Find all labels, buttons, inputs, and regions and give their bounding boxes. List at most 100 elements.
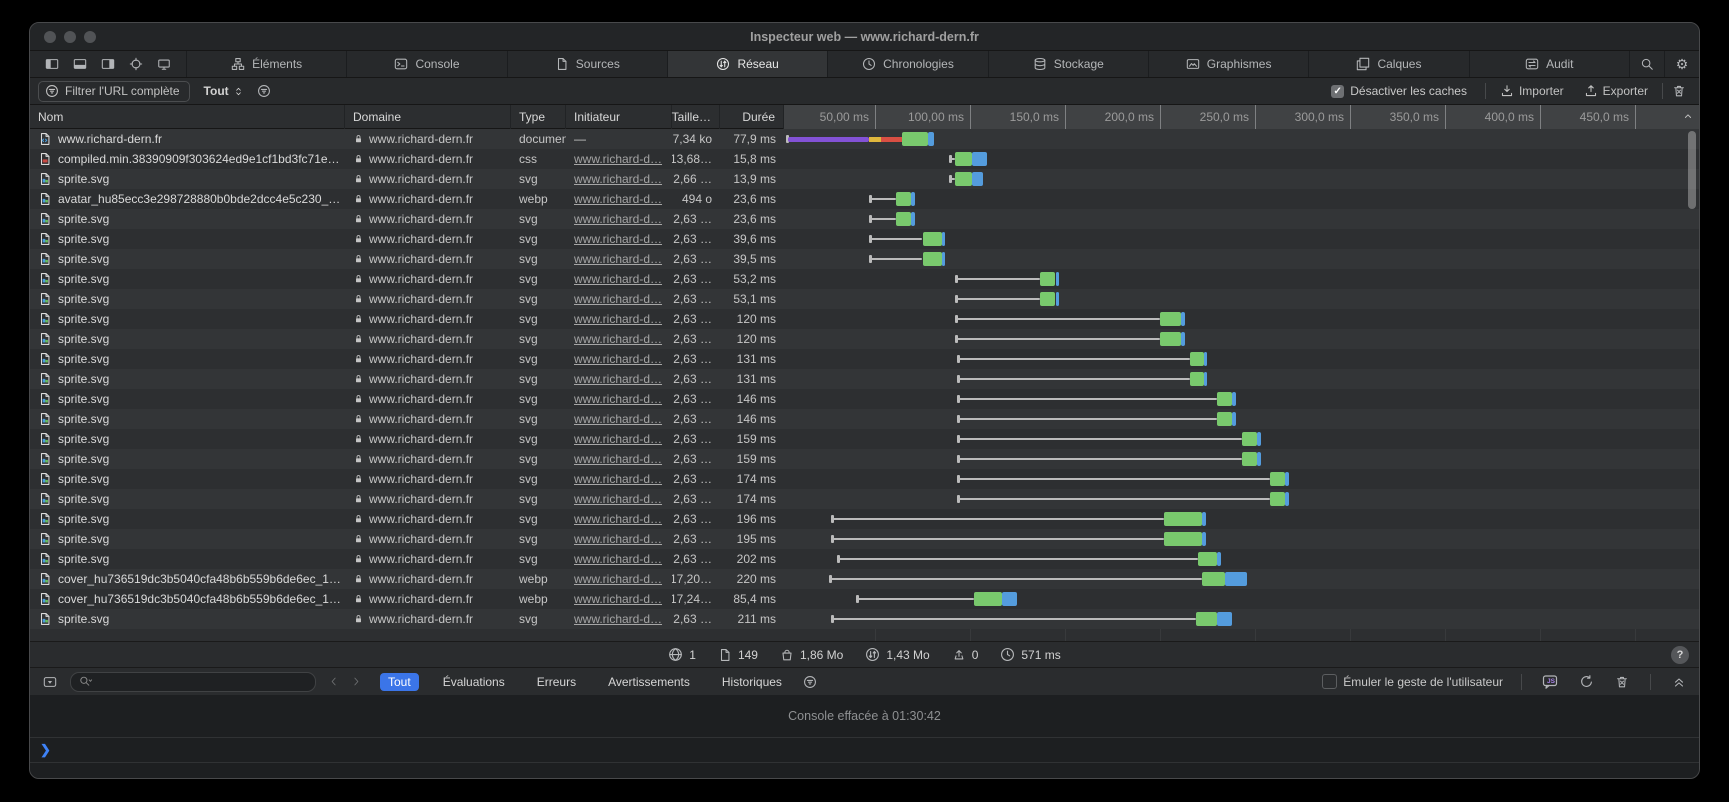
zoom-window-button[interactable] [84, 31, 96, 43]
table-row[interactable]: sprite.svg www.richard-dern.fr svg www.r… [30, 329, 1699, 349]
initiator-link[interactable]: www.richard-d… [574, 452, 662, 466]
table-row[interactable]: sprite.svg www.richard-dern.fr svg www.r… [30, 289, 1699, 309]
console-prompt-row[interactable]: ❯ [30, 738, 1699, 763]
initiator-link[interactable]: www.richard-d… [574, 252, 662, 266]
initiator-link[interactable]: www.richard-d… [574, 552, 662, 566]
table-row[interactable]: sprite.svg www.richard-dern.fr svg www.r… [30, 369, 1699, 389]
column-header-domaine[interactable]: Domaine [345, 105, 511, 129]
table-row[interactable]: sprite.svg www.richard-dern.fr svg www.r… [30, 269, 1699, 289]
target-icon[interactable] [124, 54, 148, 74]
table-row[interactable]: sprite.svg www.richard-dern.fr svg www.r… [30, 229, 1699, 249]
initiator-link[interactable]: www.richard-d… [574, 352, 662, 366]
refresh-icon[interactable] [1574, 672, 1598, 692]
tab-elements[interactable]: Éléments [186, 51, 346, 77]
tab-graphismes[interactable]: Graphismes [1148, 51, 1308, 77]
chev-up-icon[interactable] [1682, 110, 1694, 122]
console-mode-icon[interactable] [38, 672, 62, 692]
gear-icon[interactable]: ⚙ [1664, 51, 1699, 77]
console-search-field[interactable] [70, 672, 316, 692]
table-row[interactable]: sprite.svg www.richard-dern.fr svg www.r… [30, 449, 1699, 469]
tab-console[interactable]: Console [346, 51, 506, 77]
initiator-link[interactable]: www.richard-d… [574, 532, 662, 546]
table-row[interactable]: sprite.svg www.richard-dern.fr svg www.r… [30, 509, 1699, 529]
initiator-link[interactable]: www.richard-d… [574, 492, 662, 506]
table-row[interactable]: cover_hu736519dc3b5040cfa48b6b559b6de6ec… [30, 569, 1699, 589]
initiator-link[interactable]: www.richard-d… [574, 332, 662, 346]
disable-caches-checkbox[interactable]: ✓ Désactiver les caches [1331, 84, 1467, 98]
console-scope-historiques[interactable]: Historiques [714, 673, 790, 691]
initiator-link[interactable]: www.richard-d… [574, 172, 662, 186]
table-row[interactable]: sprite.svg www.richard-dern.fr svg www.r… [30, 409, 1699, 429]
resource-type-select[interactable]: Tout [204, 84, 244, 98]
table-row[interactable]: avatar_hu85ecc3e298728880b0bde2dcc4e5c23… [30, 189, 1699, 209]
chev-right-icon[interactable] [350, 675, 362, 688]
console-scope-avertissements[interactable]: Avertissements [600, 673, 698, 691]
emulate-user-gesture-checkbox[interactable]: Émuler le geste de l'utilisateur [1322, 674, 1503, 689]
tab-sources[interactable]: Sources [507, 51, 667, 77]
search-icon[interactable] [1629, 51, 1664, 77]
url-filter-field[interactable]: Filtrer l'URL complète [38, 81, 190, 102]
console-scope-erreurs[interactable]: Erreurs [529, 673, 584, 691]
table-row[interactable]: sprite.svg www.richard-dern.fr svg www.r… [30, 169, 1699, 189]
tab-audit[interactable]: Audit [1469, 51, 1629, 77]
table-row[interactable]: sprite.svg www.richard-dern.fr svg www.r… [30, 249, 1699, 269]
initiator-link[interactable]: www.richard-d… [574, 432, 662, 446]
table-row[interactable]: www.richard-dern.fr www.richard-dern.fr … [30, 129, 1699, 149]
device-icon[interactable] [152, 54, 176, 74]
waterfall-timeline-header[interactable]: 50,00 ms100,00 ms150,0 ms200,0 ms250,0 m… [784, 105, 1699, 129]
console-search-input[interactable] [96, 675, 308, 689]
column-header-taille[interactable]: Taille… [672, 105, 720, 129]
clear-network-items-icon[interactable] [1667, 81, 1691, 101]
table-row[interactable]: sprite.svg www.richard-dern.fr svg www.r… [30, 469, 1699, 489]
tab-calques[interactable]: Calques [1308, 51, 1468, 77]
table-row[interactable]: sprite.svg www.richard-dern.fr svg www.r… [30, 389, 1699, 409]
clear-console-icon[interactable] [1610, 672, 1634, 692]
initiator-link[interactable]: www.richard-d… [574, 192, 662, 206]
tab-reseau[interactable]: Réseau [667, 51, 827, 77]
export-button[interactable]: Exporter [1584, 84, 1648, 98]
dock-bottom-icon[interactable] [68, 54, 92, 74]
dock-right-icon[interactable] [96, 54, 120, 74]
initiator-link[interactable]: www.richard-d… [574, 572, 662, 586]
filter-icon[interactable] [798, 672, 822, 692]
initiator-link[interactable]: www.richard-d… [574, 412, 662, 426]
initiator-link[interactable]: www.richard-d… [574, 592, 662, 606]
table-row[interactable]: sprite.svg www.richard-dern.fr svg www.r… [30, 549, 1699, 569]
minimize-window-button[interactable] [64, 31, 76, 43]
table-row[interactable]: cover_hu736519dc3b5040cfa48b6b559b6de6ec… [30, 589, 1699, 609]
initiator-link[interactable]: www.richard-d… [574, 312, 662, 326]
table-row[interactable]: sprite.svg www.richard-dern.fr svg www.r… [30, 609, 1699, 629]
column-header-initiateur[interactable]: Initiateur [566, 105, 672, 129]
table-row[interactable]: compiled.min.38390909f303624ed9e1cf1bd3f… [30, 149, 1699, 169]
close-window-button[interactable] [44, 31, 56, 43]
tab-stockage[interactable]: Stockage [988, 51, 1148, 77]
initiator-link[interactable]: www.richard-d… [574, 512, 662, 526]
initiator-link[interactable]: www.richard-d… [574, 292, 662, 306]
table-row[interactable]: sprite.svg www.richard-dern.fr svg www.r… [30, 309, 1699, 329]
import-button[interactable]: Importer [1500, 84, 1564, 98]
chev-left-icon[interactable] [328, 675, 340, 688]
console-scope-tout[interactable]: Tout [380, 673, 419, 691]
initiator-link[interactable]: www.richard-d… [574, 472, 662, 486]
filter-icon[interactable] [252, 81, 276, 101]
table-row[interactable]: sprite.svg www.richard-dern.fr svg www.r… [30, 349, 1699, 369]
initiator-link[interactable]: www.richard-d… [574, 152, 662, 166]
initiator-link[interactable]: www.richard-d… [574, 612, 662, 626]
table-row[interactable]: sprite.svg www.richard-dern.fr svg www.r… [30, 429, 1699, 449]
column-header-type[interactable]: Type [511, 105, 566, 129]
initiator-link[interactable]: www.richard-d… [574, 272, 662, 286]
dbl-up-icon[interactable] [1667, 672, 1691, 692]
initiator-link[interactable]: www.richard-d… [574, 212, 662, 226]
dock-left-icon[interactable] [40, 54, 64, 74]
table-row[interactable]: sprite.svg www.richard-dern.fr svg www.r… [30, 489, 1699, 509]
js-bubble-icon[interactable]: JS [1538, 672, 1562, 692]
table-row[interactable]: sprite.svg www.richard-dern.fr svg www.r… [30, 529, 1699, 549]
table-row[interactable]: sprite.svg www.richard-dern.fr svg www.r… [30, 209, 1699, 229]
initiator-link[interactable]: www.richard-d… [574, 372, 662, 386]
tab-chronologies[interactable]: Chronologies [827, 51, 987, 77]
vertical-scrollbar[interactable] [1688, 131, 1696, 209]
column-header-duree[interactable]: Durée [720, 105, 784, 129]
initiator-link[interactable]: www.richard-d… [574, 392, 662, 406]
help-button[interactable]: ? [1671, 646, 1689, 664]
console-scope-evaluations[interactable]: Évaluations [435, 673, 513, 691]
